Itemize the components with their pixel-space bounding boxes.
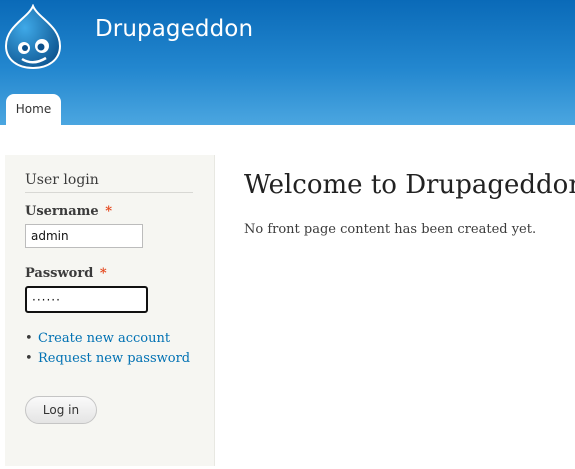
user-login-block: User login Username * Password * • Create… bbox=[5, 155, 215, 466]
site-name[interactable]: Drupageddon bbox=[95, 16, 253, 42]
password-label: Password * bbox=[25, 266, 107, 281]
username-label: Username * bbox=[25, 204, 112, 219]
front-page-message: No front page content has been created y… bbox=[244, 222, 537, 237]
username-input[interactable] bbox=[25, 224, 143, 248]
login-links: • Create new account • Request new passwor… bbox=[25, 329, 190, 369]
password-label-text: Password bbox=[25, 266, 94, 281]
drupal-logo-icon[interactable] bbox=[4, 4, 62, 70]
bullet: • bbox=[25, 331, 33, 346]
list-item: • Create new account bbox=[25, 329, 190, 349]
username-label-text: Username bbox=[25, 204, 99, 219]
required-marker: * bbox=[99, 266, 107, 281]
required-marker: * bbox=[105, 204, 113, 219]
list-item: • Request new password bbox=[25, 349, 190, 369]
block-title: User login bbox=[25, 172, 193, 193]
site-header: Drupageddon Home bbox=[0, 0, 575, 125]
bullet: • bbox=[25, 351, 33, 366]
tab-home[interactable]: Home bbox=[6, 94, 61, 125]
request-password-link[interactable]: Request new password bbox=[38, 351, 190, 366]
login-button[interactable]: Log in bbox=[25, 396, 97, 424]
page-title: Welcome to Drupageddon bbox=[244, 170, 575, 200]
create-account-link[interactable]: Create new account bbox=[38, 331, 170, 346]
password-input[interactable] bbox=[25, 286, 148, 313]
